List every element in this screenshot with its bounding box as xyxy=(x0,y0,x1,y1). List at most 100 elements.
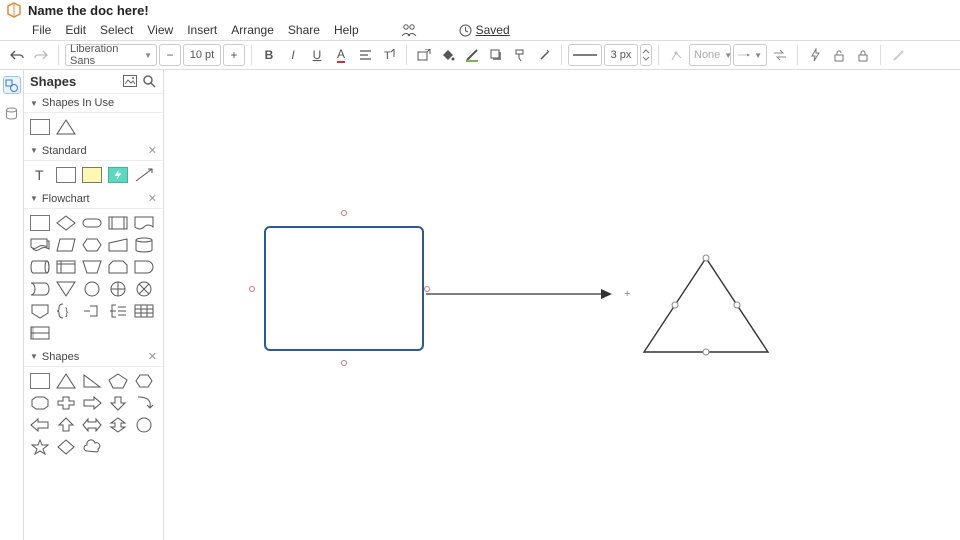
sh-oct[interactable] xyxy=(30,395,50,411)
fc-sum[interactable] xyxy=(108,281,128,297)
shape-arrow-line[interactable] xyxy=(134,167,154,183)
canvas-rectangle[interactable] xyxy=(264,226,424,351)
search-icon[interactable] xyxy=(143,75,157,89)
sh-arrow-lr[interactable] xyxy=(82,417,102,433)
fc-doc[interactable] xyxy=(134,215,154,231)
shape-size-button[interactable] xyxy=(413,44,435,66)
sh-diamond[interactable] xyxy=(56,439,76,455)
handle-top[interactable] xyxy=(341,210,347,216)
menu-arrange[interactable]: Arrange xyxy=(231,23,274,37)
sh-cross[interactable] xyxy=(56,395,76,411)
fc-manual[interactable] xyxy=(82,259,102,275)
format-paint-button[interactable] xyxy=(509,44,531,66)
sh-cloud[interactable] xyxy=(82,439,102,455)
shape-rect[interactable] xyxy=(30,119,50,135)
line-style-select[interactable] xyxy=(568,44,602,66)
saved-status[interactable]: Saved xyxy=(459,23,510,37)
menu-select[interactable]: Select xyxy=(100,23,133,37)
shape-note[interactable] xyxy=(82,167,102,183)
section-in-use[interactable]: ▼Shapes In Use xyxy=(24,94,163,113)
shape-rect2[interactable] xyxy=(56,167,76,183)
shape-triangle[interactable] xyxy=(56,119,76,135)
fc-connector[interactable] xyxy=(82,281,102,297)
sh-arrow-d[interactable] xyxy=(108,395,128,411)
text-direction-button[interactable]: T xyxy=(378,44,400,66)
font-size-incr[interactable]: + xyxy=(223,44,245,66)
fc-table[interactable] xyxy=(134,303,154,319)
close-icon[interactable]: ✕ xyxy=(148,144,157,157)
sh-pent[interactable] xyxy=(108,373,128,389)
fc-process[interactable] xyxy=(30,215,50,231)
section-standard[interactable]: ▼Standard ✕ xyxy=(24,141,163,161)
fc-data[interactable] xyxy=(56,237,76,253)
font-family-select[interactable]: Liberation Sans▼ xyxy=(65,44,157,66)
canvas-triangle[interactable] xyxy=(642,256,770,356)
fc-display[interactable] xyxy=(30,281,50,297)
line-cap-select[interactable]: None▼ xyxy=(689,44,731,66)
edit-points-icon[interactable] xyxy=(887,44,909,66)
align-button[interactable] xyxy=(354,44,376,66)
menu-insert[interactable]: Insert xyxy=(187,23,217,37)
canvas[interactable]: + xyxy=(164,70,960,540)
fc-decision[interactable] xyxy=(56,215,76,231)
menu-help[interactable]: Help xyxy=(334,23,359,37)
fill-color-button[interactable] xyxy=(437,44,459,66)
sh-hex[interactable] xyxy=(134,373,154,389)
menu-view[interactable]: View xyxy=(147,23,173,37)
menu-edit[interactable]: Edit xyxy=(65,23,86,37)
fc-terminator[interactable] xyxy=(82,215,102,231)
sh-arrow-r[interactable] xyxy=(82,395,102,411)
collab-icon[interactable] xyxy=(401,23,417,37)
font-size-field[interactable]: 10 pt xyxy=(183,44,221,66)
sh-arc-d[interactable] xyxy=(134,395,154,411)
arrow-style-select[interactable]: ▼ xyxy=(733,44,767,66)
shape-text[interactable]: T xyxy=(30,167,50,183)
fc-internal[interactable] xyxy=(56,259,76,275)
lock-open-icon[interactable] xyxy=(828,44,850,66)
sh-circle[interactable] xyxy=(134,417,154,433)
lock-closed-icon[interactable] xyxy=(852,44,874,66)
fc-annotation[interactable] xyxy=(108,303,128,319)
close-icon[interactable]: ✕ xyxy=(148,350,157,363)
shadow-button[interactable] xyxy=(485,44,507,66)
italic-button[interactable]: I xyxy=(282,44,304,66)
undo-button[interactable] xyxy=(6,44,28,66)
fc-input[interactable] xyxy=(108,237,128,253)
bold-button[interactable]: B xyxy=(258,44,280,66)
fc-db[interactable] xyxy=(134,237,154,253)
close-icon[interactable]: ✕ xyxy=(148,192,157,205)
sh-rect[interactable] xyxy=(30,373,50,389)
shape-bolt[interactable] xyxy=(108,167,128,183)
section-shapes[interactable]: ▼Shapes ✕ xyxy=(24,347,163,367)
sh-star[interactable] xyxy=(30,439,50,455)
fc-multidoc[interactable] xyxy=(30,237,50,253)
section-flowchart[interactable]: ▼Flowchart ✕ xyxy=(24,189,163,209)
canvas-arrow[interactable] xyxy=(426,288,616,300)
waypoint-icon[interactable] xyxy=(665,44,687,66)
flip-arrow-button[interactable] xyxy=(769,44,791,66)
sh-rtri[interactable] xyxy=(82,373,102,389)
font-size-decr[interactable]: − xyxy=(159,44,181,66)
sh-arrow-ud[interactable] xyxy=(108,417,128,433)
underline-button[interactable]: U xyxy=(306,44,328,66)
sh-arrow-l[interactable] xyxy=(30,417,50,433)
spark-icon[interactable] xyxy=(804,44,826,66)
sh-arrow-u[interactable] xyxy=(56,417,76,433)
fc-extract[interactable] xyxy=(56,281,76,297)
menu-share[interactable]: Share xyxy=(288,23,320,37)
stroke-width-field[interactable]: 3 px xyxy=(604,44,638,66)
fc-predef[interactable] xyxy=(108,215,128,231)
fc-note[interactable] xyxy=(82,303,102,319)
fc-prep[interactable] xyxy=(82,237,102,253)
handle-left[interactable] xyxy=(249,286,255,292)
rail-db-icon[interactable] xyxy=(3,104,21,122)
magic-button[interactable] xyxy=(533,44,555,66)
menu-file[interactable]: File xyxy=(32,23,51,37)
fc-harddisk[interactable] xyxy=(30,259,50,275)
sh-tri[interactable] xyxy=(56,373,76,389)
redo-button[interactable] xyxy=(30,44,52,66)
fc-brace[interactable]: } xyxy=(56,303,76,319)
font-color-button[interactable]: A xyxy=(330,44,352,66)
fc-loop[interactable] xyxy=(108,259,128,275)
fc-or[interactable] xyxy=(134,281,154,297)
